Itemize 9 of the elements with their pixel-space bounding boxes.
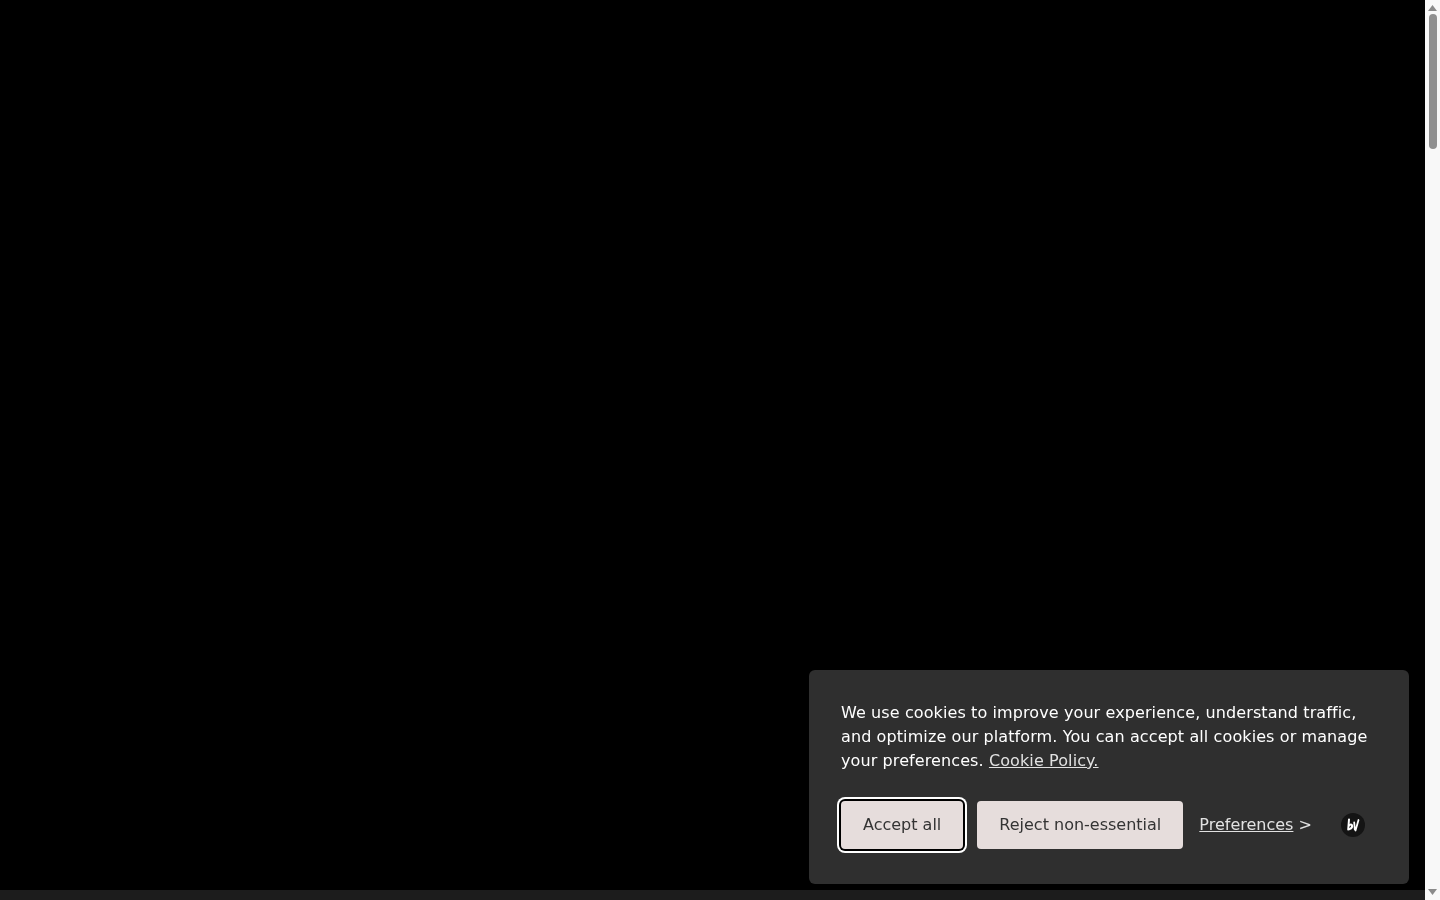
preferences-link[interactable]: Preferences > (1199, 813, 1312, 837)
scrollbar-thumb[interactable] (1428, 14, 1437, 149)
reject-button[interactable]: Reject non-essential (977, 801, 1184, 849)
logo-icon (1340, 813, 1365, 837)
cookie-policy-link[interactable]: Cookie Policy. (988, 751, 1099, 770)
cookie-notice-text: We use cookies to improve your experience, understand traffic, and optimize our platform. You can accept all cookies or manage your preferences. Cookie Policy. (841, 702, 1369, 772)
scrollbar[interactable] (1425, 0, 1440, 900)
scroll-up-arrow-icon[interactable] (1428, 5, 1437, 11)
scroll-down-arrow-icon[interactable] (1428, 889, 1437, 895)
